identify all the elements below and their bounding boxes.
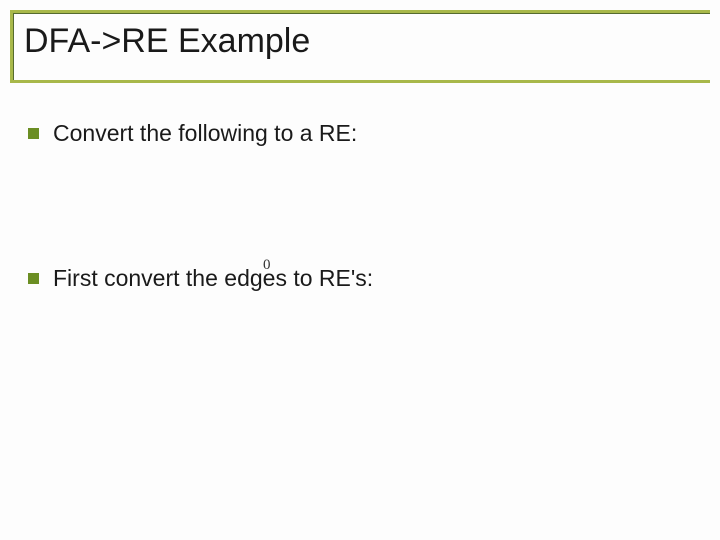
title-rule-top-shadow <box>10 13 710 14</box>
list-item: First convert the edges to RE's: <box>28 265 692 292</box>
square-bullet-icon <box>28 273 39 284</box>
bullet-text: First convert the edges to RE's: <box>53 265 373 292</box>
title-rule-left-shadow <box>13 13 14 80</box>
square-bullet-icon <box>28 128 39 139</box>
content-area: Convert the following to a RE: First con… <box>28 120 692 410</box>
title-rule-bottom <box>10 80 710 83</box>
bullet-text: Convert the following to a RE: <box>53 120 357 147</box>
diagram-label: 0 <box>263 257 271 274</box>
list-item: Convert the following to a RE: <box>28 120 692 147</box>
slide-title: DFA->RE Example <box>24 22 310 61</box>
